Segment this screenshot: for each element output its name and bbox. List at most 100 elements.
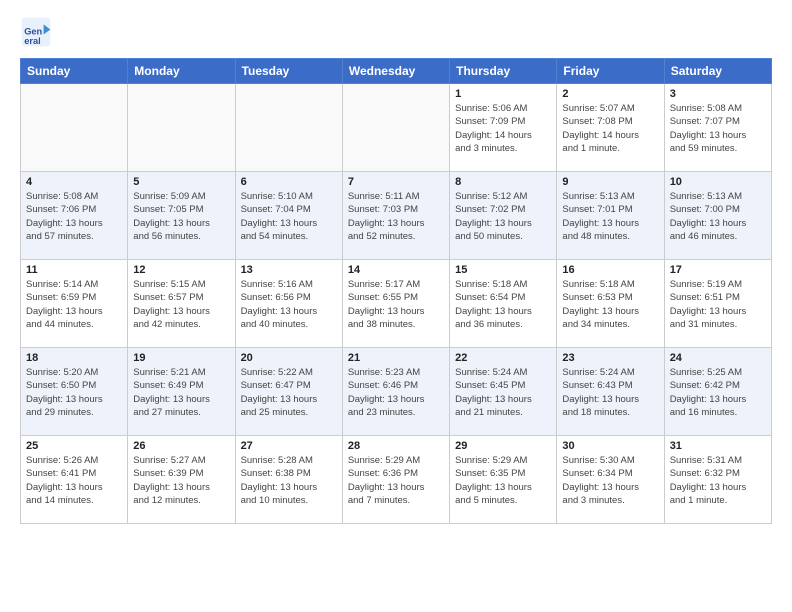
day-info: Sunrise: 5:18 AMSunset: 6:53 PMDaylight:… <box>562 278 658 331</box>
day-cell: 11Sunrise: 5:14 AMSunset: 6:59 PMDayligh… <box>21 260 128 348</box>
day-number: 13 <box>241 264 337 276</box>
day-info: Sunrise: 5:31 AMSunset: 6:32 PMDaylight:… <box>670 454 766 507</box>
day-number: 24 <box>670 352 766 364</box>
day-number: 20 <box>241 352 337 364</box>
day-info: Sunrise: 5:08 AMSunset: 7:07 PMDaylight:… <box>670 102 766 155</box>
day-number: 8 <box>455 176 551 188</box>
day-number: 26 <box>133 440 229 452</box>
weekday-header-row: SundayMondayTuesdayWednesdayThursdayFrid… <box>21 59 772 84</box>
logo-icon: Gen eral <box>20 16 52 48</box>
header: Gen eral <box>20 16 772 48</box>
day-cell <box>21 84 128 172</box>
day-number: 16 <box>562 264 658 276</box>
day-number: 1 <box>455 88 551 100</box>
day-info: Sunrise: 5:11 AMSunset: 7:03 PMDaylight:… <box>348 190 444 243</box>
weekday-wednesday: Wednesday <box>342 59 449 84</box>
day-cell: 8 Sunrise: 5:12 AMSunset: 7:02 PMDaylight… <box>450 172 557 260</box>
week-row-5: 25 Sunrise: 5:26 AMSunset: 6:41 PMDayligh… <box>21 436 772 524</box>
day-cell: 24 Sunrise: 5:25 AMSunset: 6:42 PMDayligh… <box>664 348 771 436</box>
day-info: Sunrise: 5:13 AMSunset: 7:00 PMDaylight:… <box>670 190 766 243</box>
day-cell <box>342 84 449 172</box>
weekday-tuesday: Tuesday <box>235 59 342 84</box>
day-number: 10 <box>670 176 766 188</box>
logo: Gen eral <box>20 16 56 48</box>
day-cell: 2 Sunrise: 5:07 AMSunset: 7:08 PMDaylight… <box>557 84 664 172</box>
day-cell: 25 Sunrise: 5:26 AMSunset: 6:41 PMDayligh… <box>21 436 128 524</box>
day-cell: 31 Sunrise: 5:31 AMSunset: 6:32 PMDayligh… <box>664 436 771 524</box>
week-row-1: 1 Sunrise: 5:06 AMSunset: 7:09 PMDaylight… <box>21 84 772 172</box>
day-info: Sunrise: 5:13 AMSunset: 7:01 PMDaylight:… <box>562 190 658 243</box>
day-number: 17 <box>670 264 766 276</box>
day-number: 12 <box>133 264 229 276</box>
day-number: 18 <box>26 352 122 364</box>
day-number: 4 <box>26 176 122 188</box>
day-number: 5 <box>133 176 229 188</box>
day-number: 28 <box>348 440 444 452</box>
day-info: Sunrise: 5:08 AMSunset: 7:06 PMDaylight:… <box>26 190 122 243</box>
day-cell: 6 Sunrise: 5:10 AMSunset: 7:04 PMDaylight… <box>235 172 342 260</box>
day-cell: 30Sunrise: 5:30 AMSunset: 6:34 PMDayligh… <box>557 436 664 524</box>
weekday-monday: Monday <box>128 59 235 84</box>
day-cell: 12 Sunrise: 5:15 AMSunset: 6:57 PMDayligh… <box>128 260 235 348</box>
day-number: 27 <box>241 440 337 452</box>
day-number: 9 <box>562 176 658 188</box>
day-cell <box>235 84 342 172</box>
day-cell: 27Sunrise: 5:28 AMSunset: 6:38 PMDayligh… <box>235 436 342 524</box>
day-info: Sunrise: 5:10 AMSunset: 7:04 PMDaylight:… <box>241 190 337 243</box>
day-info: Sunrise: 5:16 AMSunset: 6:56 PMDaylight:… <box>241 278 337 331</box>
day-info: Sunrise: 5:06 AMSunset: 7:09 PMDaylight:… <box>455 102 551 155</box>
day-info: Sunrise: 5:26 AMSunset: 6:41 PMDaylight:… <box>26 454 122 507</box>
day-cell: 23 Sunrise: 5:24 AMSunset: 6:43 PMDayligh… <box>557 348 664 436</box>
day-info: Sunrise: 5:09 AMSunset: 7:05 PMDaylight:… <box>133 190 229 243</box>
day-number: 23 <box>562 352 658 364</box>
week-row-2: 4 Sunrise: 5:08 AMSunset: 7:06 PMDaylight… <box>21 172 772 260</box>
day-cell: 22Sunrise: 5:24 AMSunset: 6:45 PMDayligh… <box>450 348 557 436</box>
day-cell: 7Sunrise: 5:11 AMSunset: 7:03 PMDaylight… <box>342 172 449 260</box>
calendar: SundayMondayTuesdayWednesdayThursdayFrid… <box>20 58 772 524</box>
day-info: Sunrise: 5:19 AMSunset: 6:51 PMDaylight:… <box>670 278 766 331</box>
day-info: Sunrise: 5:07 AMSunset: 7:08 PMDaylight:… <box>562 102 658 155</box>
day-cell: 21 Sunrise: 5:23 AMSunset: 6:46 PMDayligh… <box>342 348 449 436</box>
day-cell: 16 Sunrise: 5:18 AMSunset: 6:53 PMDayligh… <box>557 260 664 348</box>
weekday-saturday: Saturday <box>664 59 771 84</box>
weekday-thursday: Thursday <box>450 59 557 84</box>
day-number: 2 <box>562 88 658 100</box>
day-cell: 17 Sunrise: 5:19 AMSunset: 6:51 PMDayligh… <box>664 260 771 348</box>
week-row-3: 11Sunrise: 5:14 AMSunset: 6:59 PMDayligh… <box>21 260 772 348</box>
day-number: 21 <box>348 352 444 364</box>
weekday-sunday: Sunday <box>21 59 128 84</box>
day-cell: 10 Sunrise: 5:13 AMSunset: 7:00 PMDayligh… <box>664 172 771 260</box>
day-number: 14 <box>348 264 444 276</box>
day-cell: 29Sunrise: 5:29 AMSunset: 6:35 PMDayligh… <box>450 436 557 524</box>
day-info: Sunrise: 5:18 AMSunset: 6:54 PMDaylight:… <box>455 278 551 331</box>
day-cell: 5 Sunrise: 5:09 AMSunset: 7:05 PMDaylight… <box>128 172 235 260</box>
day-number: 3 <box>670 88 766 100</box>
day-info: Sunrise: 5:21 AMSunset: 6:49 PMDaylight:… <box>133 366 229 419</box>
day-cell: 13 Sunrise: 5:16 AMSunset: 6:56 PMDayligh… <box>235 260 342 348</box>
day-cell <box>128 84 235 172</box>
day-cell: 19Sunrise: 5:21 AMSunset: 6:49 PMDayligh… <box>128 348 235 436</box>
day-info: Sunrise: 5:24 AMSunset: 6:45 PMDaylight:… <box>455 366 551 419</box>
day-number: 29 <box>455 440 551 452</box>
day-info: Sunrise: 5:14 AMSunset: 6:59 PMDaylight:… <box>26 278 122 331</box>
day-info: Sunrise: 5:15 AMSunset: 6:57 PMDaylight:… <box>133 278 229 331</box>
weekday-friday: Friday <box>557 59 664 84</box>
day-info: Sunrise: 5:12 AMSunset: 7:02 PMDaylight:… <box>455 190 551 243</box>
day-number: 6 <box>241 176 337 188</box>
day-info: Sunrise: 5:20 AMSunset: 6:50 PMDaylight:… <box>26 366 122 419</box>
day-info: Sunrise: 5:29 AMSunset: 6:36 PMDaylight:… <box>348 454 444 507</box>
day-info: Sunrise: 5:23 AMSunset: 6:46 PMDaylight:… <box>348 366 444 419</box>
day-number: 15 <box>455 264 551 276</box>
week-row-4: 18 Sunrise: 5:20 AMSunset: 6:50 PMDayligh… <box>21 348 772 436</box>
day-info: Sunrise: 5:17 AMSunset: 6:55 PMDaylight:… <box>348 278 444 331</box>
day-number: 25 <box>26 440 122 452</box>
day-cell: 1 Sunrise: 5:06 AMSunset: 7:09 PMDaylight… <box>450 84 557 172</box>
day-number: 31 <box>670 440 766 452</box>
day-cell: 15 Sunrise: 5:18 AMSunset: 6:54 PMDayligh… <box>450 260 557 348</box>
day-cell: 9 Sunrise: 5:13 AMSunset: 7:01 PMDaylight… <box>557 172 664 260</box>
day-cell: 18 Sunrise: 5:20 AMSunset: 6:50 PMDayligh… <box>21 348 128 436</box>
day-info: Sunrise: 5:25 AMSunset: 6:42 PMDaylight:… <box>670 366 766 419</box>
svg-text:eral: eral <box>24 36 40 46</box>
day-info: Sunrise: 5:24 AMSunset: 6:43 PMDaylight:… <box>562 366 658 419</box>
day-cell: 26Sunrise: 5:27 AMSunset: 6:39 PMDayligh… <box>128 436 235 524</box>
